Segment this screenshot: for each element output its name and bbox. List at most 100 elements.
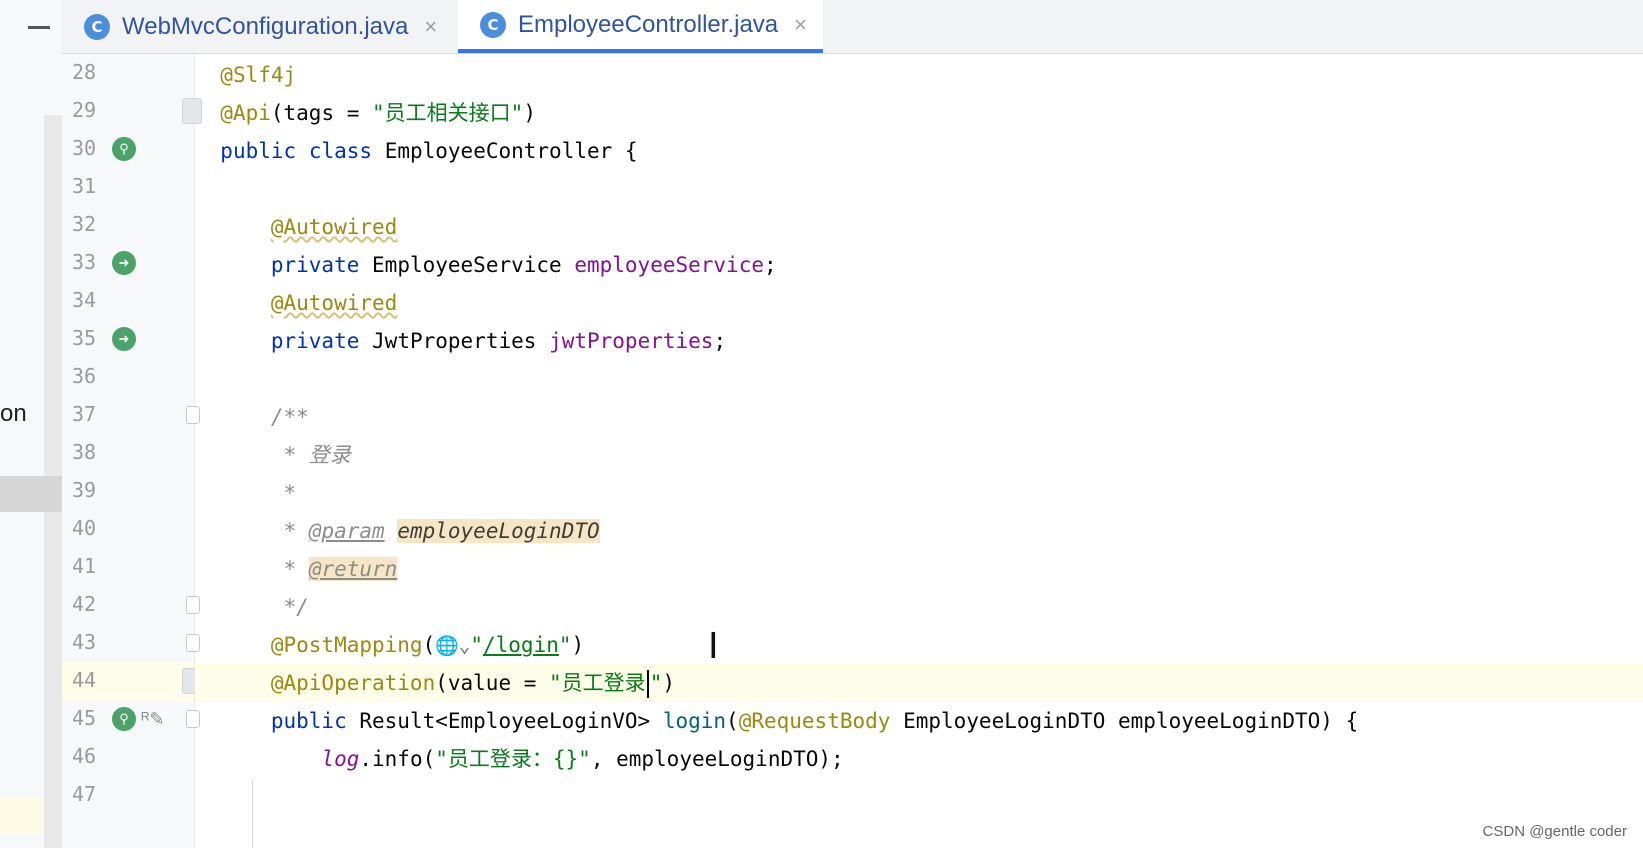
line-number: 34	[72, 288, 97, 312]
gutter-line: 45 ⚲ ᴿ✎	[62, 700, 200, 740]
gutter-line: 38	[62, 434, 194, 474]
code-text: )	[571, 633, 585, 657]
endpoint-icon[interactable]: ⚲	[112, 707, 136, 731]
gutter-line: 39	[62, 472, 194, 512]
line-number: 47	[72, 782, 97, 806]
gutter-line: 40	[62, 510, 194, 550]
bean-search-icon[interactable]: ⚲	[112, 137, 136, 161]
type-name: Result<EmployeeLoginVO>	[359, 709, 651, 733]
gutter-line: 41	[62, 548, 194, 588]
code-line-32: @Autowired	[195, 208, 1643, 246]
tab-title: EmployeeController.java	[518, 10, 779, 38]
gutter-line: 28	[62, 54, 194, 94]
code-text: (value =	[435, 671, 550, 695]
gutter-line: 34	[62, 282, 194, 322]
line-number: 46	[72, 744, 97, 768]
type-name: EmployeeService	[372, 253, 562, 277]
code-line-43: @PostMapping(🌐⌄"/login")	[195, 626, 1643, 664]
collapse-icon[interactable]	[28, 26, 50, 29]
doc-comment: * 登录	[283, 443, 351, 467]
method-name: login	[662, 709, 727, 733]
string-literal: "员工登录	[549, 671, 646, 695]
code-line-46: log.info("员工登录：{}", employeeLoginDTO);	[195, 740, 1643, 778]
line-number: 32	[72, 212, 97, 236]
line-number: 43	[72, 630, 97, 654]
editor-gutter: 28 29 30 ⚲ 31 32 33 ➜ 34 35 ➜ 36 37 38 39 4…	[62, 54, 202, 848]
gutter-line: 36	[62, 358, 194, 398]
text-caret	[646, 670, 649, 698]
request-icon[interactable]: ᴿ✎	[138, 707, 168, 731]
bean-navigate-icon[interactable]: ➜	[112, 327, 136, 351]
line-number: 36	[72, 364, 97, 388]
java-class-icon: C	[480, 11, 506, 38]
annotation: @Slf4j	[220, 63, 297, 87]
code-text: (tags =	[270, 101, 373, 125]
watermark: CSDN @gentle coder	[1482, 823, 1627, 840]
url-link[interactable]: /login	[483, 633, 559, 657]
doc-tag: @return	[308, 557, 398, 581]
indent-guide	[252, 780, 253, 848]
java-class-icon: C	[84, 13, 110, 40]
doc-comment: *	[283, 481, 297, 505]
code-line-35: private JwtProperties jwtProperties;	[195, 322, 1643, 360]
gutter-line: 47	[62, 776, 194, 816]
tree-item-label-partial[interactable]: on	[0, 400, 27, 428]
keyword: public	[220, 139, 297, 163]
doc-comment: *	[283, 519, 309, 543]
gutter-line: 33 ➜	[62, 244, 194, 284]
line-number: 40	[72, 516, 97, 540]
keyword: private	[270, 253, 360, 277]
line-number: 39	[72, 478, 97, 502]
code-line-42: */	[195, 588, 1643, 626]
globe-icon[interactable]: 🌐⌄	[435, 635, 470, 657]
code-text: ;	[764, 253, 777, 277]
tab-webmvcconfiguration[interactable]: C WebMvcConfiguration.java ×	[62, 0, 458, 53]
line-number: 37	[72, 402, 97, 426]
string-literal: "员工登录：{}"	[435, 747, 591, 771]
code-text: )	[523, 101, 536, 125]
gutter-line: 35 ➜	[62, 320, 194, 360]
close-icon[interactable]: ×	[424, 14, 437, 40]
line-number: 29	[72, 98, 97, 122]
line-number: 33	[72, 250, 97, 274]
gutter-line: 37	[62, 396, 200, 436]
field-name: employeeService	[574, 253, 764, 277]
code-line-41: * @return	[195, 550, 1643, 588]
gutter-line: 30 ⚲	[62, 130, 194, 170]
annotation: @Api	[220, 101, 271, 125]
code-line-44: @ApiOperation(value = "员工登录 ")	[195, 664, 1643, 702]
line-number: 41	[72, 554, 97, 578]
bean-navigate-icon[interactable]: ➜	[112, 251, 136, 275]
code-text: EmployeeController {	[384, 139, 638, 163]
code-line-38: * 登录	[195, 436, 1643, 474]
tab-employeecontroller[interactable]: C EmployeeController.java ×	[458, 0, 823, 53]
annotation: @ApiOperation	[270, 671, 436, 695]
gutter-line: 32	[62, 206, 194, 246]
code-line-37: /**	[195, 398, 1643, 436]
line-number: 44	[72, 668, 97, 692]
line-number: 31	[72, 174, 97, 198]
keyword: class	[308, 139, 373, 163]
code-text: .info(	[359, 747, 436, 771]
selected-tree-row[interactable]	[0, 476, 62, 512]
doc-tag: @param	[308, 519, 385, 543]
code-text: ;	[713, 329, 727, 353]
doc-comment: /**	[270, 405, 309, 429]
annotation: @PostMapping	[270, 633, 423, 657]
doc-param-name: employeeLoginDTO	[397, 519, 600, 543]
code-text: , employeeLoginDTO);	[590, 747, 844, 771]
code-line-40: * @param employeeLoginDTO	[195, 512, 1643, 550]
string-quote: "	[470, 633, 483, 657]
code-line-33: private EmployeeService employeeService;	[195, 246, 1643, 284]
line-number: 28	[72, 60, 97, 84]
string-quote: "	[558, 633, 572, 657]
close-icon[interactable]: ×	[794, 12, 807, 38]
mouse-ibeam-cursor-icon: I	[708, 626, 719, 667]
highlighted-tree-row	[0, 798, 44, 834]
project-panel: on	[0, 0, 63, 848]
code-editor[interactable]: @Slf4j @Api(tags = "员工相关接口") public clas…	[195, 54, 1643, 848]
line-number: 38	[72, 440, 97, 464]
